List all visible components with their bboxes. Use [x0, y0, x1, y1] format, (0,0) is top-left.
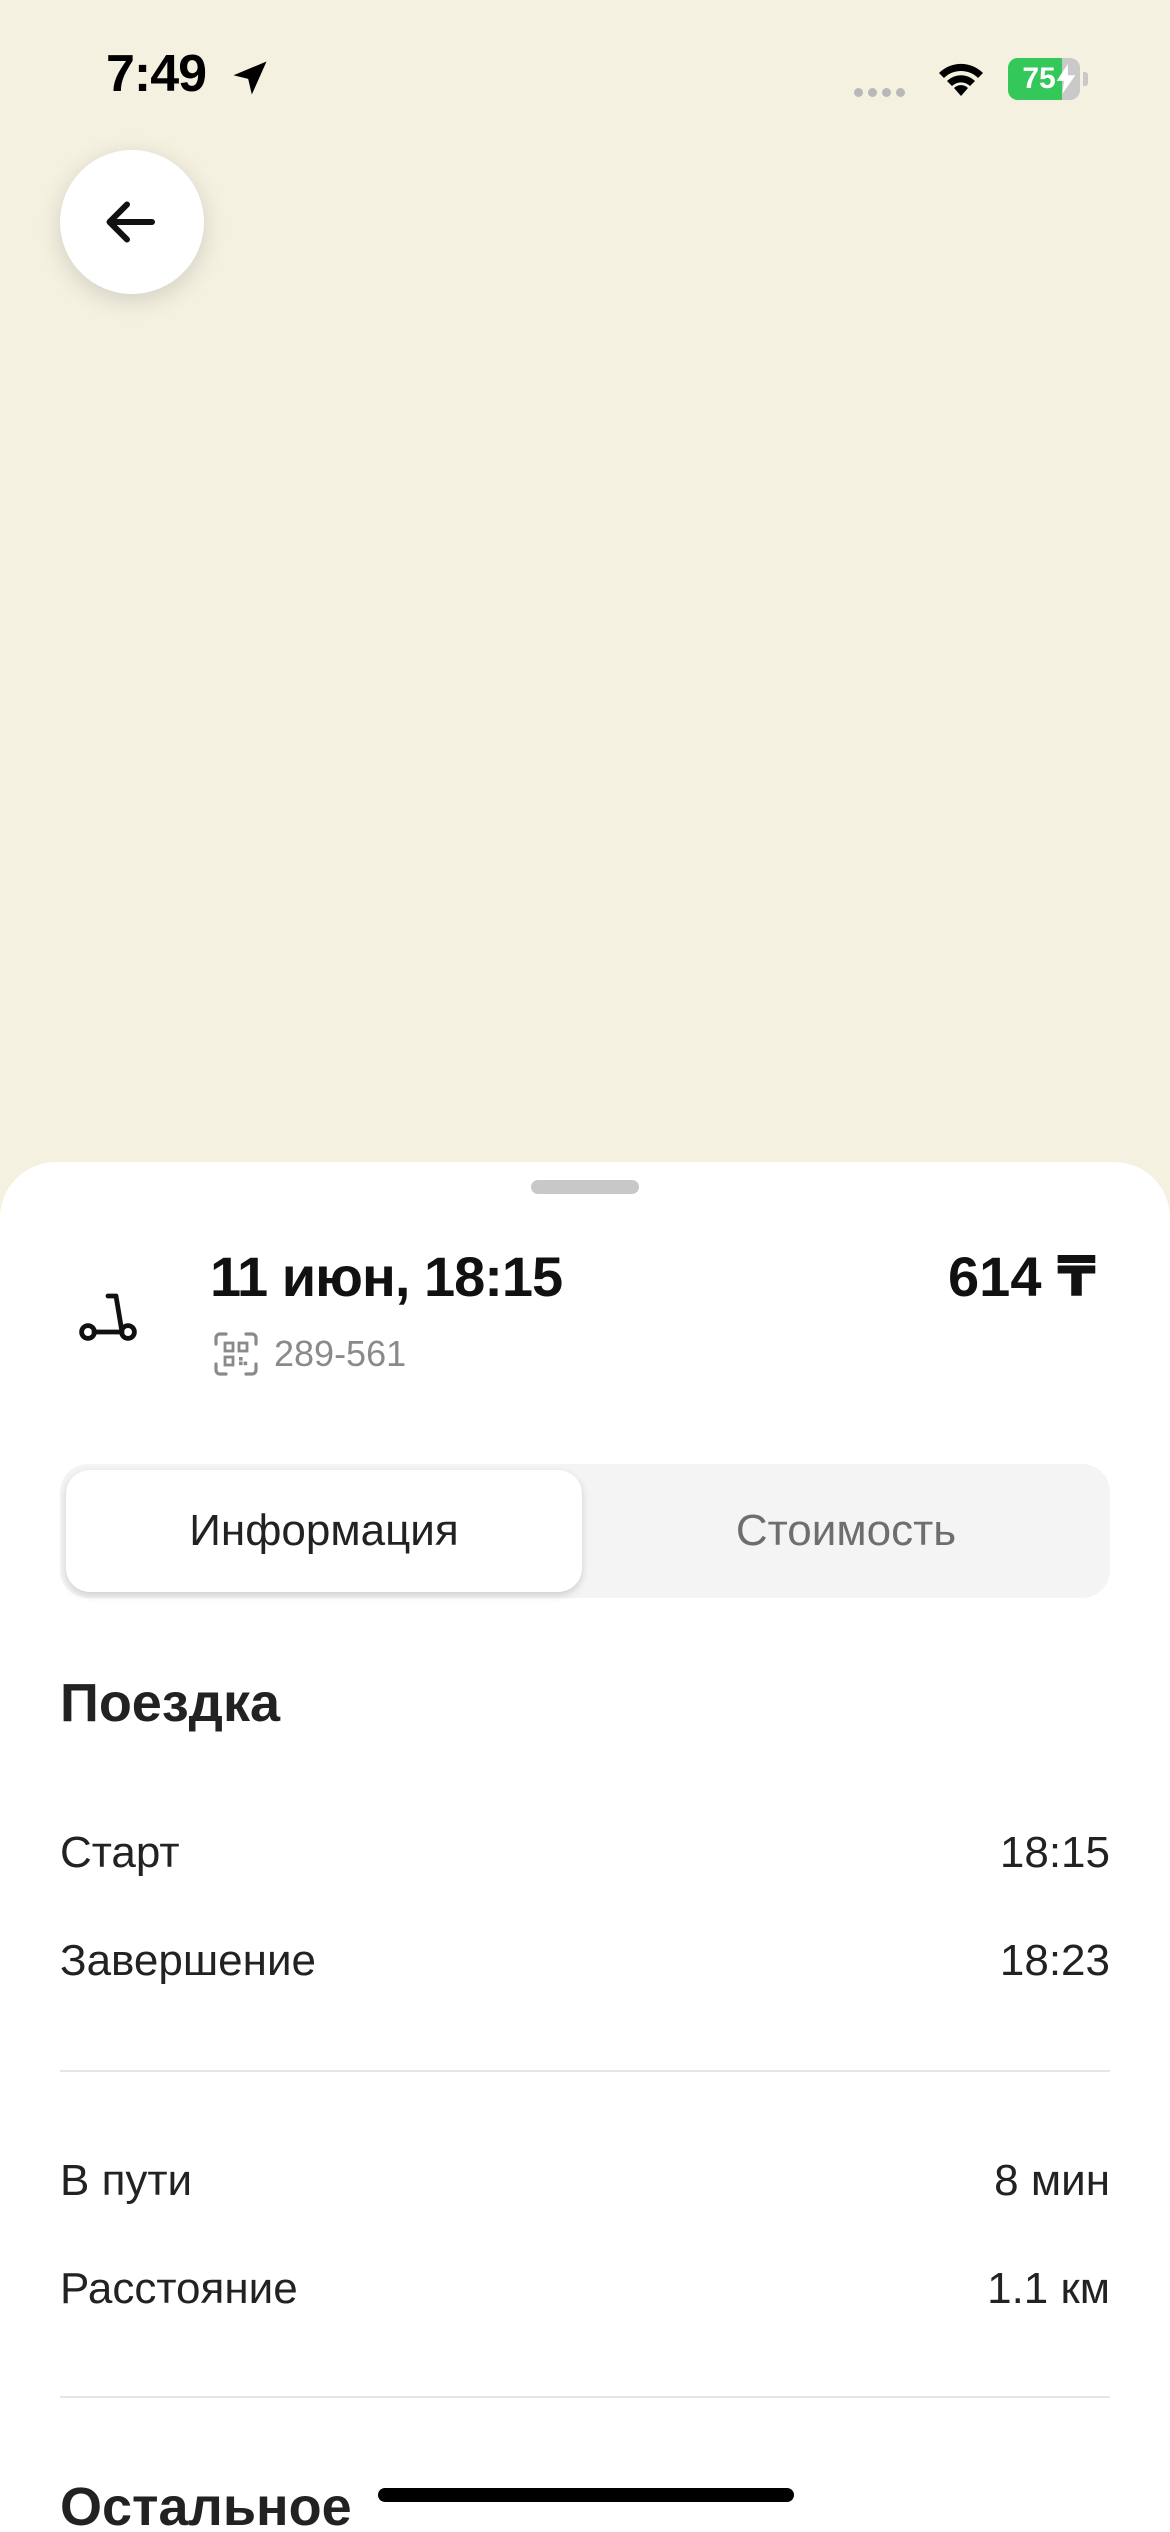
row-label: В пути [60, 2156, 193, 2205]
arrow-left-icon [106, 201, 155, 243]
ride-date: 11 июн, 18:15 [210, 1245, 563, 1308]
row-label: Расстояние [60, 2264, 298, 2313]
vehicle-id-row: 289-561 [212, 1330, 406, 1378]
tab-information[interactable]: Информация [66, 1470, 582, 1592]
row-value: 18:23 [999, 1936, 1110, 1985]
tab-cost[interactable]: Стоимость [588, 1470, 1104, 1592]
charging-bolt-icon [1056, 64, 1076, 94]
row-value: 18:15 [999, 1828, 1110, 1877]
status-time: 7:49 [106, 45, 207, 103]
row-label: Старт [60, 1828, 180, 1877]
scooter-icon [79, 1293, 137, 1341]
location-arrow-icon [233, 61, 267, 95]
status-bar: 7:49 75 [0, 0, 1170, 150]
vehicle-id: 289-561 [274, 1333, 407, 1374]
ride-header: 11 июн, 18:15 289-561 614 ₸ [0, 1242, 1170, 1382]
trip-row-end: Завершение 18:23 [60, 1936, 1110, 2000]
ride-details-sheet[interactable]: 11 июн, 18:15 289-561 614 ₸ Информация С… [0, 1162, 1170, 2532]
home-indicator [378, 2488, 794, 2502]
trip-row-distance: Расстояние 1.1 км [60, 2264, 1110, 2328]
ride-price: 614 ₸ [948, 1245, 1096, 1308]
divider [60, 2396, 1110, 2398]
trip-row-start: Старт 18:15 [60, 1828, 1110, 1892]
row-label: Завершение [60, 1936, 316, 1985]
cellular-signal-icon [854, 84, 910, 102]
tab-switcher: Информация Стоимость [60, 1464, 1110, 1598]
row-value: 8 мин [994, 2156, 1110, 2205]
section-title-trip: Поездка [60, 1673, 281, 1733]
section-title-other: Остальное [60, 2477, 352, 2532]
wifi-icon [939, 63, 983, 96]
trip-row-duration: В пути 8 мин [60, 2156, 1110, 2220]
qr-code-icon [214, 1332, 258, 1376]
battery-icon: 75 [1008, 58, 1088, 100]
sheet-grabber[interactable] [531, 1180, 639, 1194]
divider [60, 2070, 1110, 2072]
row-value: 1.1 км [987, 2264, 1110, 2313]
back-button[interactable] [60, 150, 204, 294]
